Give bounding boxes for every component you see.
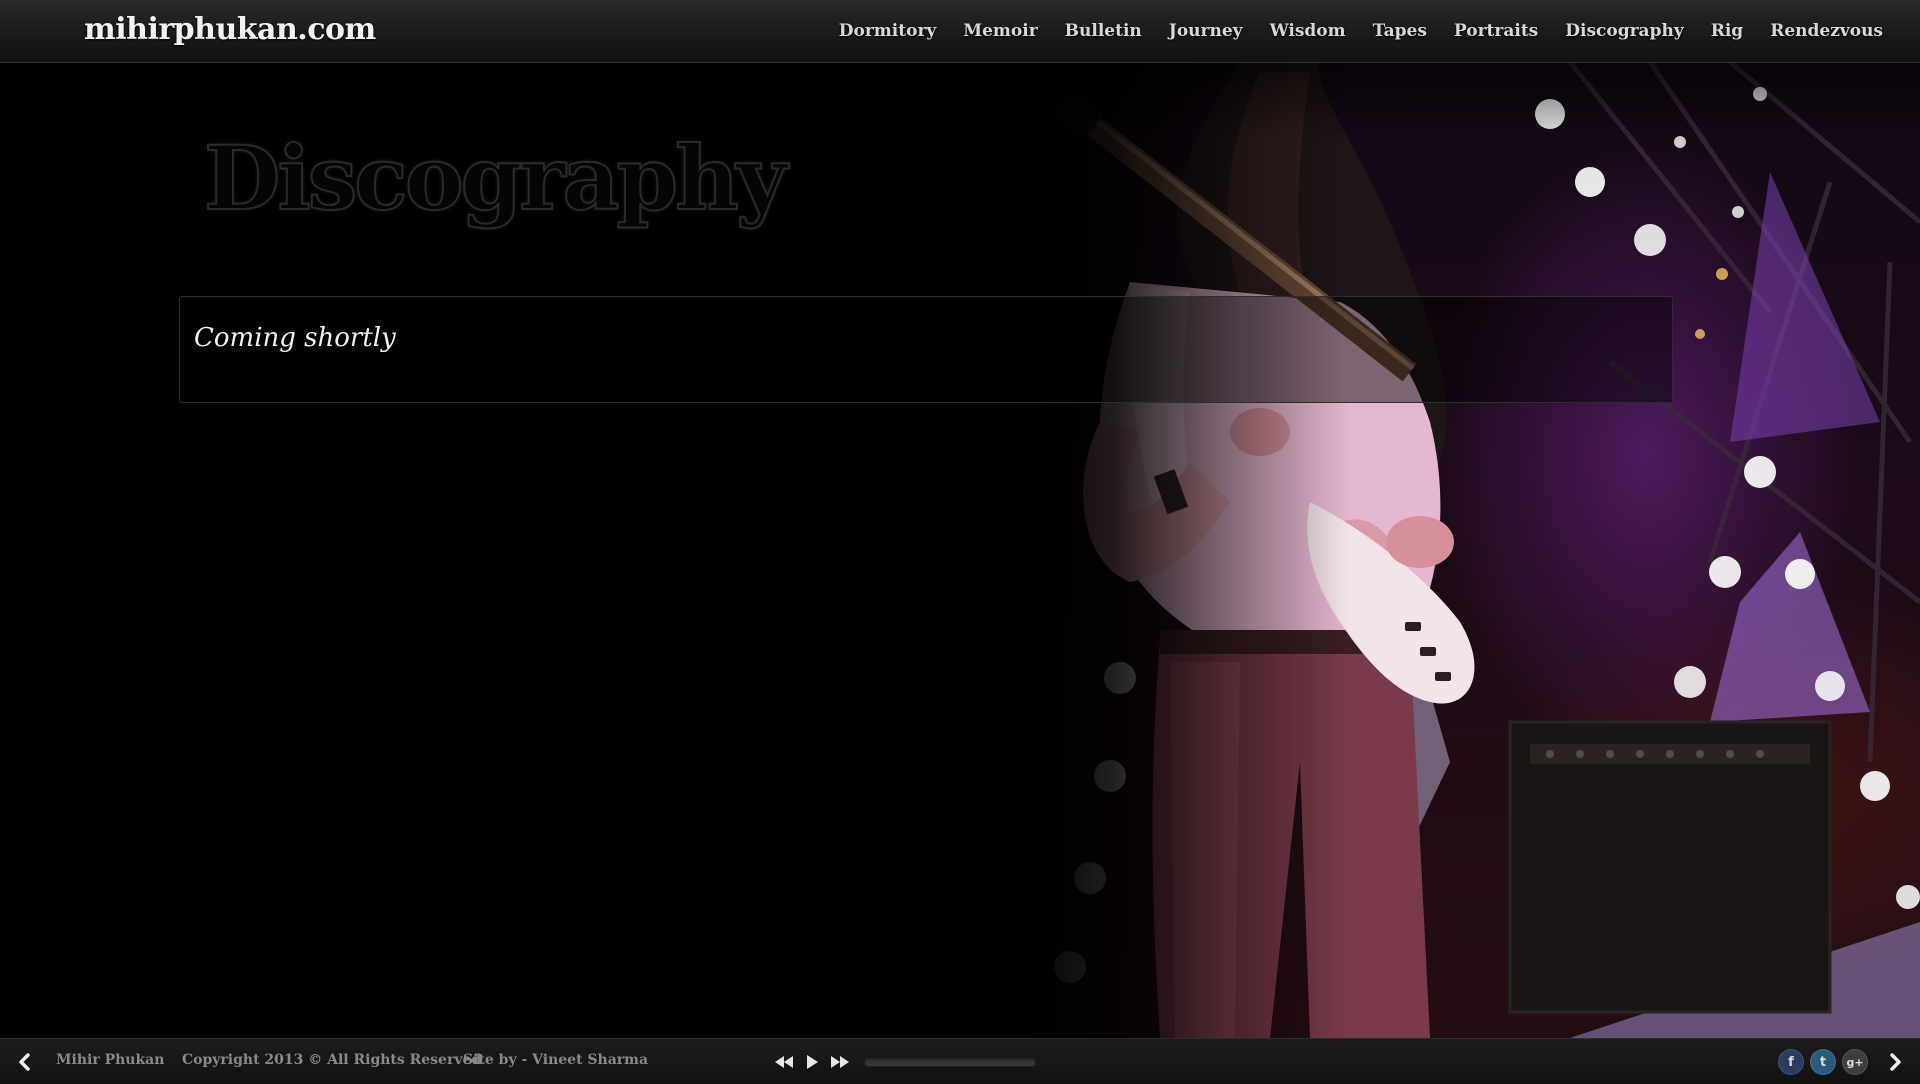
content-message: Coming shortly [194,323,396,353]
nav-item-memoir[interactable]: Memoir [963,21,1037,41]
next-arrow-icon[interactable] [1885,1052,1905,1072]
google-plus-icon[interactable]: g+ [1842,1049,1868,1075]
nav-item-journey[interactable]: Journey [1169,21,1243,41]
facebook-icon[interactable]: f [1778,1049,1804,1075]
nav-item-dormitory[interactable]: Dormitory [839,21,937,41]
page-title: Discography [203,125,788,231]
page: mihirphukan.com Dormitory Memoir Bulleti… [0,0,1920,1084]
prev-arrow-icon[interactable] [15,1052,35,1072]
content-panel: Coming shortly [179,296,1673,403]
play-icon[interactable] [802,1054,822,1070]
main-nav: Dormitory Memoir Bulletin Journey Wisdom… [839,0,1883,62]
scene-fade-top-overlay [1010,62,1920,142]
nav-item-rig[interactable]: Rig [1711,21,1743,41]
top-nav-bar: mihirphukan.com Dormitory Memoir Bulleti… [0,0,1920,63]
twitter-icon[interactable]: t [1810,1049,1836,1075]
nav-item-bulletin[interactable]: Bulletin [1065,21,1142,41]
footer-bar: Mihir Phukan Copyright 2013 © All Rights… [0,1038,1920,1084]
rewind-icon[interactable] [774,1054,794,1070]
footer-copyright: Copyright 2013 © All Rights Reserved [182,1052,482,1068]
nav-item-portraits[interactable]: Portraits [1454,21,1538,41]
audio-player [774,1049,1036,1075]
footer-site-credit[interactable]: Site by - Vineet Sharma [463,1052,648,1068]
social-links: f t g+ [1778,1049,1868,1075]
player-progress-bar[interactable] [864,1057,1036,1067]
nav-item-rendezvous[interactable]: Rendezvous [1770,21,1883,41]
site-logo[interactable]: mihirphukan.com [84,12,376,47]
nav-item-tapes[interactable]: Tapes [1373,21,1427,41]
fast-forward-icon[interactable] [830,1054,850,1070]
nav-item-discography[interactable]: Discography [1565,21,1683,41]
scene-fade-overlay [1010,62,1350,1038]
background-photo [1010,62,1920,1038]
nav-item-wisdom[interactable]: Wisdom [1270,21,1346,41]
footer-artist-name[interactable]: Mihir Phukan [56,1052,164,1068]
